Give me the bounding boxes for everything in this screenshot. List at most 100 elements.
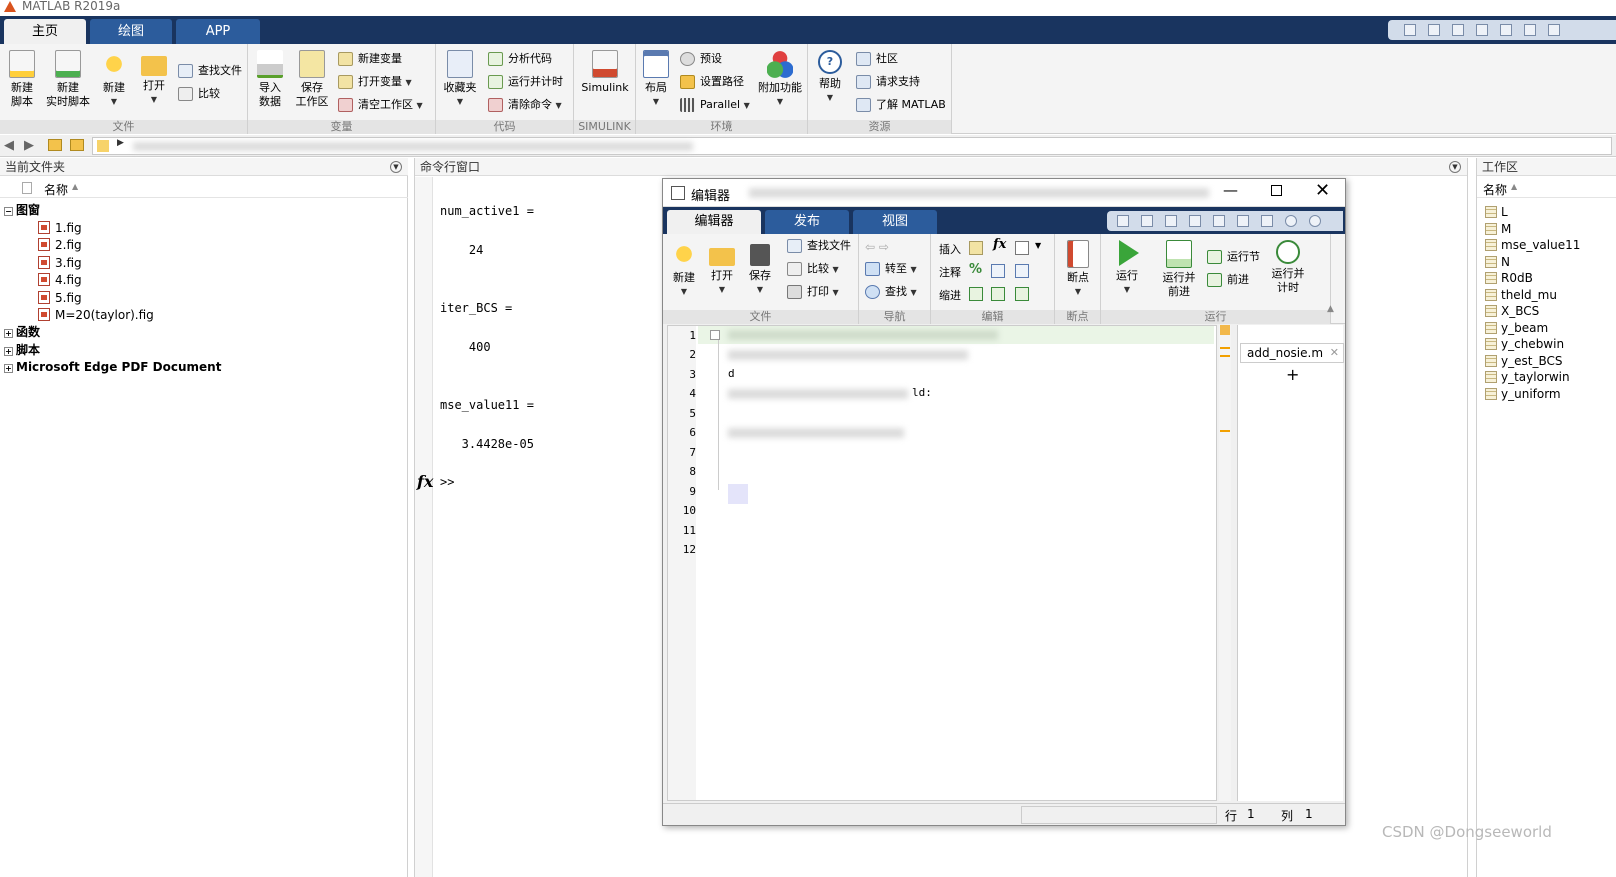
help-icon[interactable] [1285,215,1297,227]
up-folder-icon[interactable] [48,139,62,151]
run-and-time-button[interactable]: 运行并计时 [488,73,563,91]
tab-editor[interactable]: 编辑器 [667,210,761,234]
pane-menu-icon[interactable]: ▼ [390,161,402,173]
workspace-var[interactable]: theld_mu [1485,287,1557,304]
close-tab-icon[interactable]: ✕ [1330,344,1339,362]
workspace-var[interactable]: M [1485,221,1511,238]
workspace-var[interactable]: y_est_BCS [1485,353,1562,370]
find-button[interactable]: 查找 ▼ [865,283,917,301]
list-item[interactable]: 3.fig [38,255,82,273]
new-live-script-button[interactable]: 新建 实时脚本 [46,50,90,109]
back-arrow-icon[interactable]: ◀ [4,138,14,153]
document-tab[interactable]: add_nosie.m ✕ [1240,343,1344,363]
list-item[interactable]: 2.fig [38,237,82,255]
print-button[interactable]: 打印 ▼ [787,283,839,301]
group-functions[interactable]: + 函数 [4,324,40,342]
workspace-var[interactable]: y_chebwin [1485,336,1564,353]
workspace-var[interactable]: R0dB [1485,270,1533,287]
preferences-button[interactable]: 预设 [680,50,722,68]
minimize-icon[interactable]: — [1223,181,1238,199]
save-icon[interactable] [1404,24,1416,36]
indent-label[interactable]: 缩进 [939,287,961,303]
open-button[interactable]: 打开 ▼ [703,240,741,297]
increase-indent-icon[interactable] [991,287,1005,301]
run-button[interactable]: 运行 ▼ [1107,240,1147,297]
path-field[interactable]: ▶ [92,137,1612,155]
switch-windows-icon[interactable] [1548,24,1560,36]
new-script-button[interactable]: 新建 脚本 [2,50,42,109]
maximize-icon[interactable] [1271,185,1282,196]
clear-commands-button[interactable]: 清除命令 ▼ [488,96,562,114]
add-tab-icon[interactable]: + [1286,365,1299,384]
advance-button[interactable]: 前进 [1207,271,1249,289]
tab-plots[interactable]: 绘图 [90,19,172,44]
cut-icon[interactable] [1428,24,1440,36]
fx-icon[interactable]: fx [417,472,433,491]
simulink-button[interactable]: Simulink [578,50,632,95]
insert-label[interactable]: 插入 [939,241,961,257]
forward-arrow-icon[interactable]: ▶ [24,138,34,153]
print-icon[interactable] [1261,215,1273,227]
new-button[interactable]: 新建 ▼ [665,240,703,299]
copy-icon[interactable] [1165,215,1177,227]
nav-back-icon[interactable]: ⇦ ⇨ [865,240,889,254]
open-button[interactable]: 打开 ▼ [134,50,174,107]
group-pdf[interactable]: + Microsoft Edge PDF Document [4,359,221,377]
layout-button[interactable]: 布局 ▼ [636,50,676,109]
open-variable-button[interactable]: 打开变量 ▼ [338,73,412,91]
undo-icon[interactable] [1213,215,1225,227]
decrease-indent-icon[interactable] [1015,287,1029,301]
workspace-var[interactable]: mse_value11 [1485,237,1580,254]
learn-matlab-button[interactable]: 了解 MATLAB [856,96,946,114]
tab-home[interactable]: 主页 [4,19,86,44]
browse-folder-icon[interactable] [70,139,84,151]
group-scripts[interactable]: + 脚本 [4,342,40,360]
save-icon[interactable] [1117,215,1129,227]
expand-icon[interactable]: + [4,329,13,338]
help-button[interactable]: ? 帮助 ▼ [810,50,850,105]
pane-menu-icon[interactable]: ▼ [1449,161,1461,173]
expand-icon[interactable]: + [4,364,13,373]
request-support-button[interactable]: 请求支持 [856,73,920,91]
warning-marker-icon[interactable] [1220,355,1230,357]
collapse-ribbon-icon[interactable]: ▲ [1327,304,1334,314]
workspace-column-header[interactable]: 名称 ▲ [1477,178,1616,198]
warning-marker-icon[interactable] [1220,325,1230,335]
list-item[interactable]: 1.fig [38,220,82,238]
tab-apps[interactable]: APP [176,19,260,44]
workspace-var[interactable]: L [1485,204,1508,221]
warning-marker-icon[interactable] [1220,347,1230,349]
analyze-code-button[interactable]: 分析代码 [488,50,552,68]
insert-section-icon[interactable] [969,241,983,255]
new-variable-button[interactable]: 新建变量 [338,50,402,68]
workspace-var[interactable]: y_uniform [1485,386,1561,403]
compare-button[interactable]: 比较 [178,85,220,103]
chevron-down-icon[interactable]: ▼ [1035,241,1041,250]
group-figures[interactable]: − 图窗 [4,202,40,220]
percent-comment-icon[interactable]: % [969,262,982,277]
save-workspace-button[interactable]: 保存 工作区 [292,50,332,109]
expand-icon[interactable]: + [4,347,13,356]
collapse-icon[interactable]: − [4,207,13,216]
workspace-var[interactable]: N [1485,254,1510,271]
workspace-var[interactable]: y_beam [1485,320,1548,337]
code-fold-icon[interactable] [710,330,720,340]
workspace-var[interactable]: X_BCS [1485,303,1539,320]
paste-icon[interactable] [1476,24,1488,36]
list-item[interactable]: M=20(taylor).fig [38,307,154,325]
paste-icon[interactable] [1189,215,1201,227]
copy-icon[interactable] [1452,24,1464,36]
add-ons-button[interactable]: 附加功能 ▼ [756,50,804,109]
tab-publish[interactable]: 发布 [765,210,849,234]
find-files-button[interactable]: 查找文件 [787,237,851,255]
find-files-button[interactable]: 查找文件 [178,62,242,80]
expand-menu-icon[interactable] [1309,215,1321,227]
smart-indent-icon[interactable] [969,287,983,301]
run-and-time-button[interactable]: 运行并 计时 [1265,240,1311,295]
breakpoints-button[interactable]: 断点 ▼ [1058,240,1098,299]
list-item[interactable]: 4.fig [38,272,82,290]
list-item[interactable]: 5.fig [38,290,82,308]
community-button[interactable]: 社区 [856,50,898,68]
workspace-var[interactable]: y_taylorwin [1485,369,1570,386]
compare-button[interactable]: 比较 ▼ [787,260,839,278]
